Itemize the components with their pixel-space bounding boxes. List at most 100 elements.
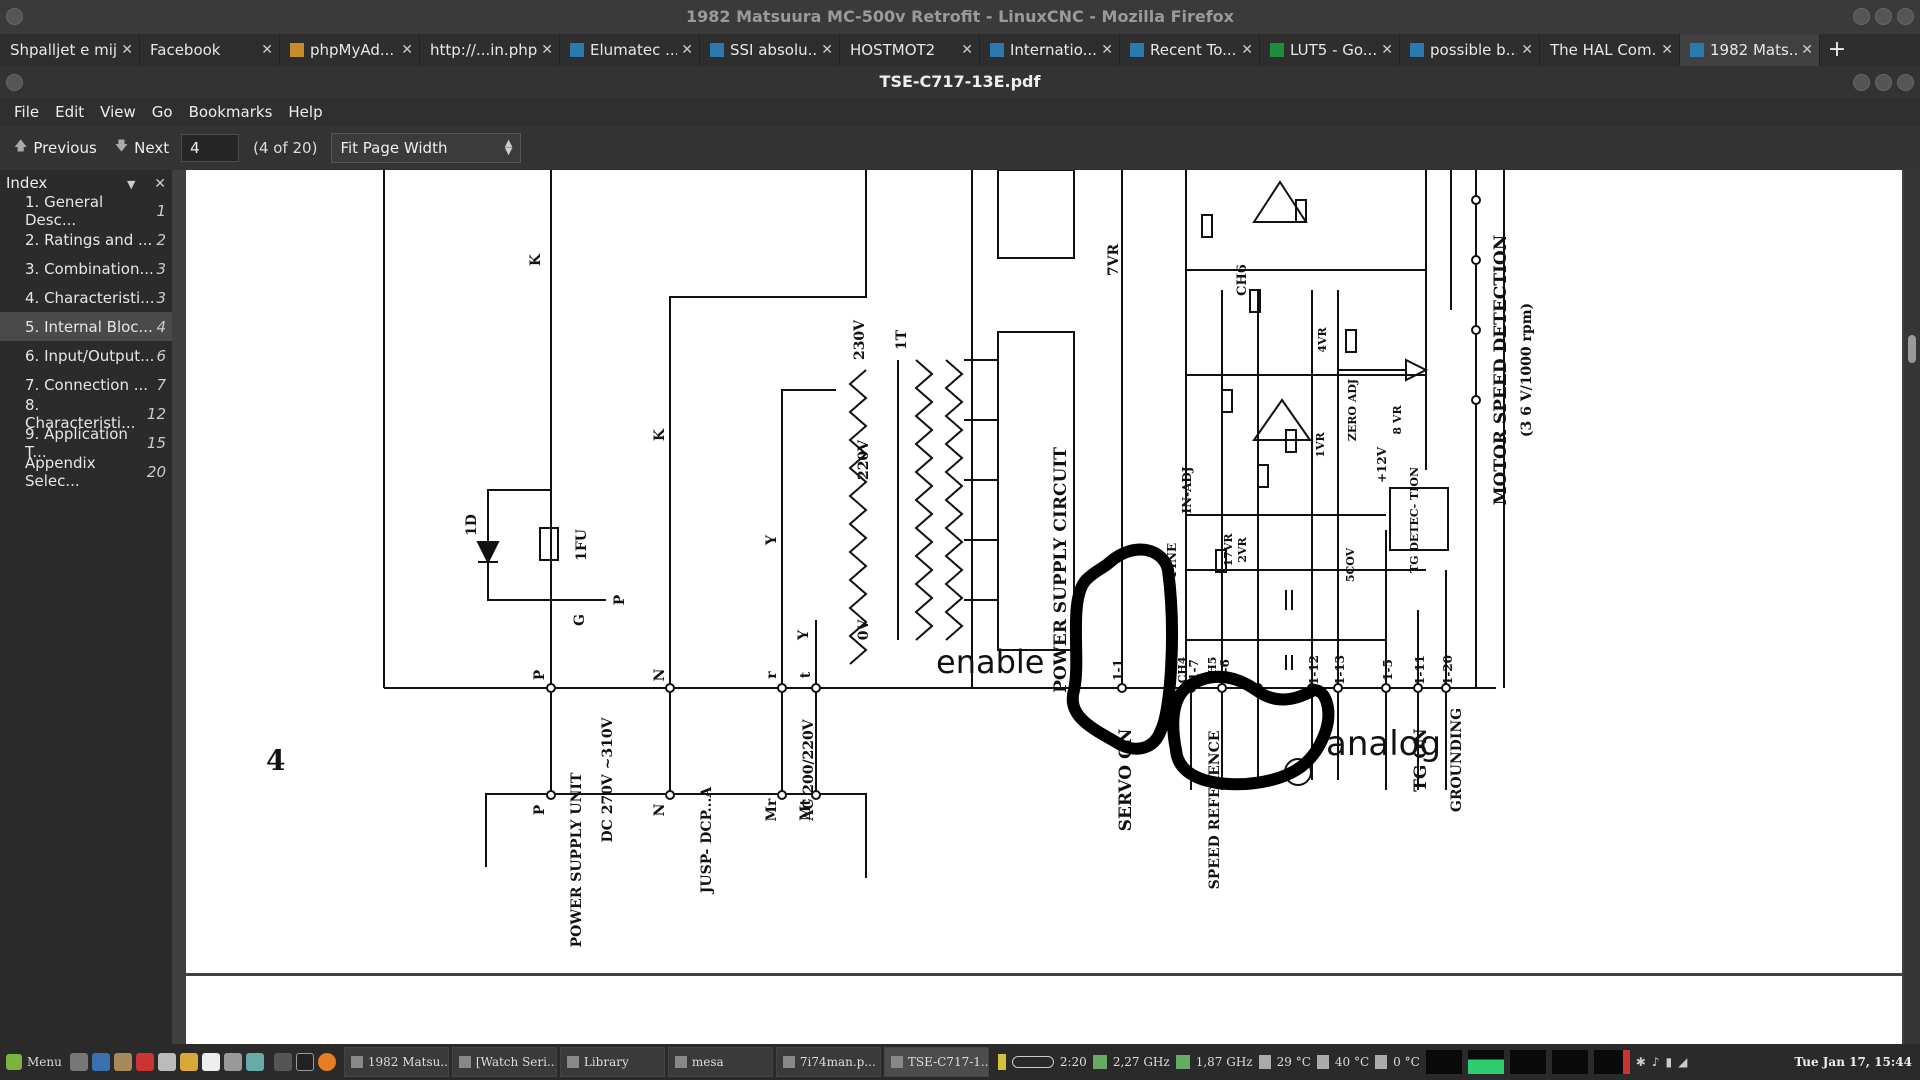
document-view[interactable]: POWER SUPPLY CIRCUIT MOTOR SPEED DETECTI… (172, 170, 1920, 1044)
scrollbar-thumb[interactable] (1908, 335, 1916, 363)
monitor-icon[interactable] (245, 1053, 264, 1071)
browser-tab[interactable]: Internatio... ✕ (980, 34, 1120, 66)
show-desktop-icon[interactable] (273, 1053, 292, 1071)
pin-1-11: 1-11 (1413, 655, 1427, 685)
browser-tab[interactable]: LUT5 - Go... ✕ (1260, 34, 1400, 66)
wifi-signal-icon[interactable]: ◢ (1678, 1055, 1687, 1069)
label-p-bottom: P (532, 804, 548, 815)
browser-tab[interactable]: Shpalljet e mija ✕ (0, 34, 140, 66)
browser-tab[interactable]: HOSTMOT2 ✕ (840, 34, 980, 66)
terminal-icon[interactable] (295, 1053, 314, 1071)
viewer-minimize-button[interactable] (1853, 74, 1870, 91)
index-item-label: Appendix Selec... (25, 453, 96, 490)
viewer-maximize-button[interactable] (1875, 74, 1892, 91)
tab-close-icon[interactable]: ✕ (541, 42, 553, 58)
network-status-icon[interactable]: ▮ (1666, 1055, 1673, 1069)
tab-label: LUT5 - Go... (1290, 41, 1378, 59)
new-tab-button[interactable]: + (1820, 34, 1854, 66)
taskbar-window-button[interactable]: 1982 Matsu... (343, 1047, 449, 1077)
browser-tab[interactable]: Facebook ✕ (140, 34, 280, 66)
sidebar-index-item[interactable]: Appendix Selec... 20 (0, 454, 172, 490)
tab-close-icon[interactable]: ✕ (1521, 42, 1533, 58)
tab-close-icon[interactable]: ✕ (961, 42, 973, 58)
menu-view[interactable]: View (92, 98, 144, 126)
package-icon[interactable] (223, 1053, 242, 1071)
sidebar-index-item[interactable]: 2. Ratings and ... 2 (0, 225, 172, 254)
label-motor-speed: MOTOR SPEED DETECTION (1491, 235, 1511, 506)
taskbar-window-button[interactable]: 7i74man.p... (775, 1047, 881, 1077)
menu-bookmarks[interactable]: Bookmarks (181, 98, 281, 126)
clock[interactable]: Tue Jan 17, 15:44 (1794, 1055, 1920, 1069)
menu-file[interactable]: File (6, 98, 47, 126)
tab-close-icon[interactable]: ✕ (1381, 42, 1393, 58)
menu-edit[interactable]: Edit (47, 98, 92, 126)
tab-close-icon[interactable]: ✕ (1661, 42, 1673, 58)
close-sidebar-icon[interactable]: ✕ (154, 176, 166, 192)
label-n-bottom: N (652, 803, 668, 816)
browser-tab[interactable]: Elumatec ... ✕ (560, 34, 700, 66)
folder-icon[interactable] (179, 1053, 198, 1071)
annotation-enable: enable (936, 643, 1044, 681)
next-page-button[interactable]: 🡇 Next (109, 137, 175, 159)
user-icon[interactable] (157, 1053, 176, 1071)
window-app-icon (350, 1056, 363, 1068)
sidebar-index-item[interactable]: 5. Internal Bloc... 4 (0, 312, 172, 341)
menu-help[interactable]: Help (280, 98, 330, 126)
browser-tab[interactable]: possible b... ✕ (1400, 34, 1540, 66)
browser-tab[interactable]: phpMyAd... ✕ (280, 34, 420, 66)
tab-label: The HAL Com... (1550, 41, 1658, 59)
volume-icon[interactable]: ♪ (1652, 1055, 1660, 1069)
bluetooth-icon[interactable]: ✱ (1636, 1055, 1646, 1069)
tab-close-icon[interactable]: ✕ (121, 42, 133, 58)
sidebar-index-item[interactable]: 4. Characteristi... 3 (0, 283, 172, 312)
previous-page-button[interactable]: 🡅 Previous (8, 137, 103, 159)
temp1-icon (1258, 1055, 1271, 1069)
taskbar-window-button[interactable]: TSE-C717-1... (883, 1047, 989, 1077)
filezilla-icon[interactable] (135, 1053, 154, 1071)
gimp-icon[interactable] (113, 1053, 132, 1071)
viewer-close-button[interactable] (1897, 74, 1914, 91)
sidebar-index-item[interactable]: 6. Input/Output... 6 (0, 341, 172, 370)
tab-close-icon[interactable]: ✕ (261, 42, 273, 58)
label-0v: 0V (856, 619, 872, 641)
close-window-button[interactable] (1897, 8, 1914, 25)
browser-tab[interactable]: Recent To... ✕ (1120, 34, 1260, 66)
maximize-button[interactable] (1875, 8, 1892, 25)
tab-label: phpMyAd... (310, 41, 395, 59)
sidebar-index-item[interactable]: 1. General Desc... 1 (0, 193, 172, 229)
menu-go[interactable]: Go (144, 98, 181, 126)
taskbar-window-button[interactable]: Library (559, 1047, 665, 1077)
tab-close-icon[interactable]: ✕ (821, 42, 833, 58)
window-menu-button[interactable] (6, 8, 23, 25)
zoom-select[interactable]: Fit Page Width ▲ ▼ (331, 133, 522, 163)
tab-close-icon[interactable]: ✕ (1801, 42, 1813, 58)
tab-favicon-icon (990, 43, 1004, 57)
tab-label: HOSTMOT2 (850, 41, 936, 59)
notes-icon[interactable] (201, 1053, 220, 1071)
label-1t: 1T (894, 329, 910, 350)
page-number-input[interactable] (181, 134, 240, 162)
tab-close-icon[interactable]: ✕ (1101, 42, 1113, 58)
document-title: TSE-C717-13E.pdf (879, 72, 1041, 91)
network-icon[interactable] (91, 1053, 110, 1071)
sidebar-title[interactable]: Index (6, 174, 47, 192)
taskbar-window-button[interactable]: mesa (667, 1047, 773, 1077)
start-menu-button[interactable]: Menu (0, 1047, 68, 1077)
label-8vr: 8 VR (1391, 405, 1404, 435)
browser-tab[interactable]: http://...in.php ✕ (420, 34, 560, 66)
dropdown-triangle-icon[interactable]: ▼ (127, 178, 135, 191)
vertical-scrollbar[interactable] (1904, 170, 1920, 1044)
firefox-icon[interactable] (317, 1053, 336, 1071)
browser-tab[interactable]: 1982 Mats... ✕ (1680, 34, 1820, 66)
tab-close-icon[interactable]: ✕ (681, 42, 693, 58)
tab-close-icon[interactable]: ✕ (1241, 42, 1253, 58)
browser-tab[interactable]: The HAL Com... ✕ (1540, 34, 1680, 66)
minimize-button[interactable] (1853, 8, 1870, 25)
calculator-icon[interactable] (69, 1053, 88, 1071)
taskbar-window-button[interactable]: [Watch Seri... (451, 1047, 557, 1077)
sidebar-index-item[interactable]: 3. Combination... 3 (0, 254, 172, 283)
tab-close-icon[interactable]: ✕ (401, 42, 413, 58)
viewer-window-menu-icon[interactable] (6, 74, 23, 91)
swap-graph (1551, 1050, 1588, 1074)
browser-tab[interactable]: SSI absolu... ✕ (700, 34, 840, 66)
